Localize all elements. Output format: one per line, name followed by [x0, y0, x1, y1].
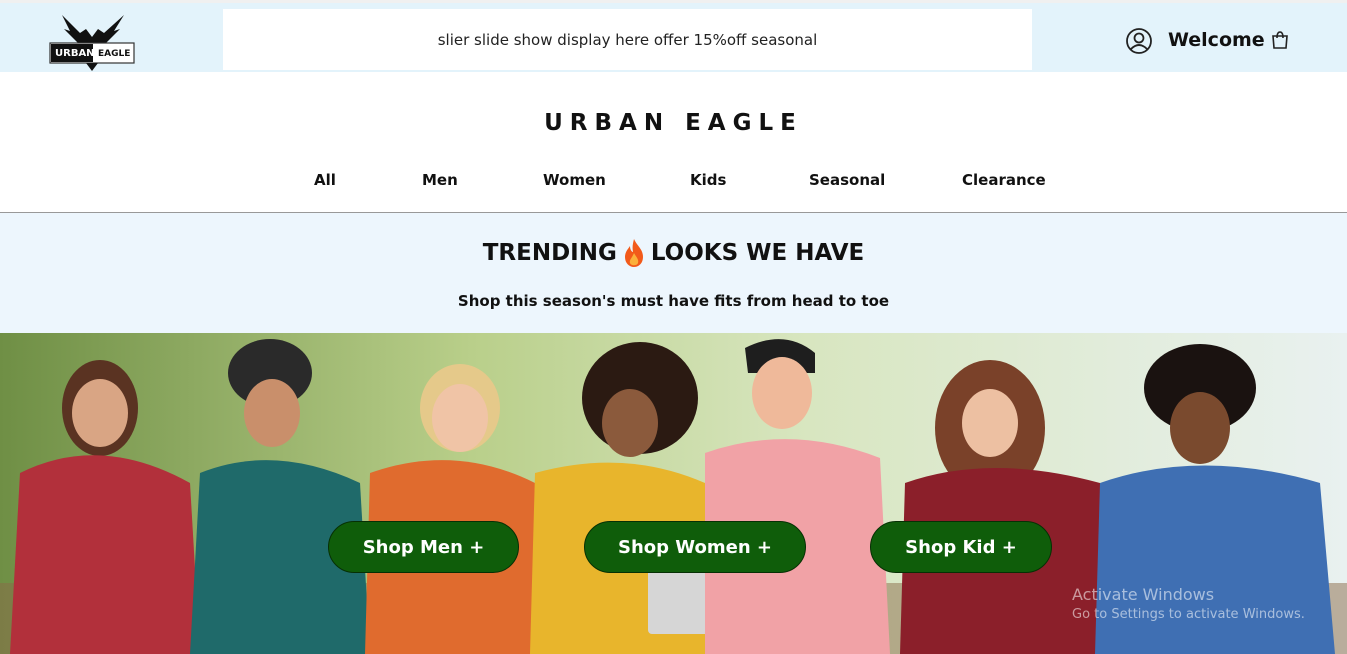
trending-title-right: LOOKS WE HAVE [650, 240, 865, 266]
fire-icon [624, 239, 643, 267]
user-circle-icon[interactable] [1125, 27, 1153, 55]
eagle-logo-icon [49, 15, 135, 71]
shopping-bag-icon[interactable] [1270, 30, 1290, 50]
nav-item-seasonal[interactable]: Seasonal [809, 171, 885, 189]
top-bar: URBAN EAGLE slier slide show display her… [0, 0, 1347, 72]
logo-text-eagle: EAGLE [98, 49, 131, 59]
promo-slider-text: slier slide show display here offer 15%o… [437, 30, 818, 49]
nav-item-kids[interactable]: Kids [690, 171, 726, 189]
welcome-label[interactable]: Welcome [1168, 29, 1265, 51]
logo[interactable]: URBAN EAGLE [48, 11, 136, 71]
trending-title: TRENDING LOOKS WE HAVE [0, 238, 1347, 268]
watermark-line2: Go to Settings to activate Windows. [1072, 607, 1305, 622]
watermark-line1: Activate Windows [1072, 585, 1215, 604]
logo-text-urban: URBAN [55, 48, 95, 59]
promo-slider[interactable]: slier slide show display here offer 15%o… [223, 9, 1032, 70]
nav-item-women[interactable]: Women [543, 171, 606, 189]
trending-subtitle: Shop this season's must have fits from h… [457, 292, 890, 310]
nav-item-clearance[interactable]: Clearance [962, 171, 1046, 189]
category-nav: All Men Women Kids Seasonal Clearance [0, 171, 1347, 193]
shop-men-button[interactable]: Shop Men + [328, 521, 519, 573]
nav-item-all[interactable]: All [314, 171, 336, 189]
shop-women-button[interactable]: Shop Women + [584, 521, 806, 573]
shop-kid-button[interactable]: Shop Kid + [870, 521, 1052, 573]
trending-band [0, 213, 1347, 333]
brand-title: URBAN EAGLE [544, 110, 803, 136]
trending-title-left: TRENDING [482, 240, 617, 266]
activate-windows-watermark: Activate Windows Go to Settings to activ… [1072, 585, 1305, 625]
nav-item-men[interactable]: Men [422, 171, 458, 189]
